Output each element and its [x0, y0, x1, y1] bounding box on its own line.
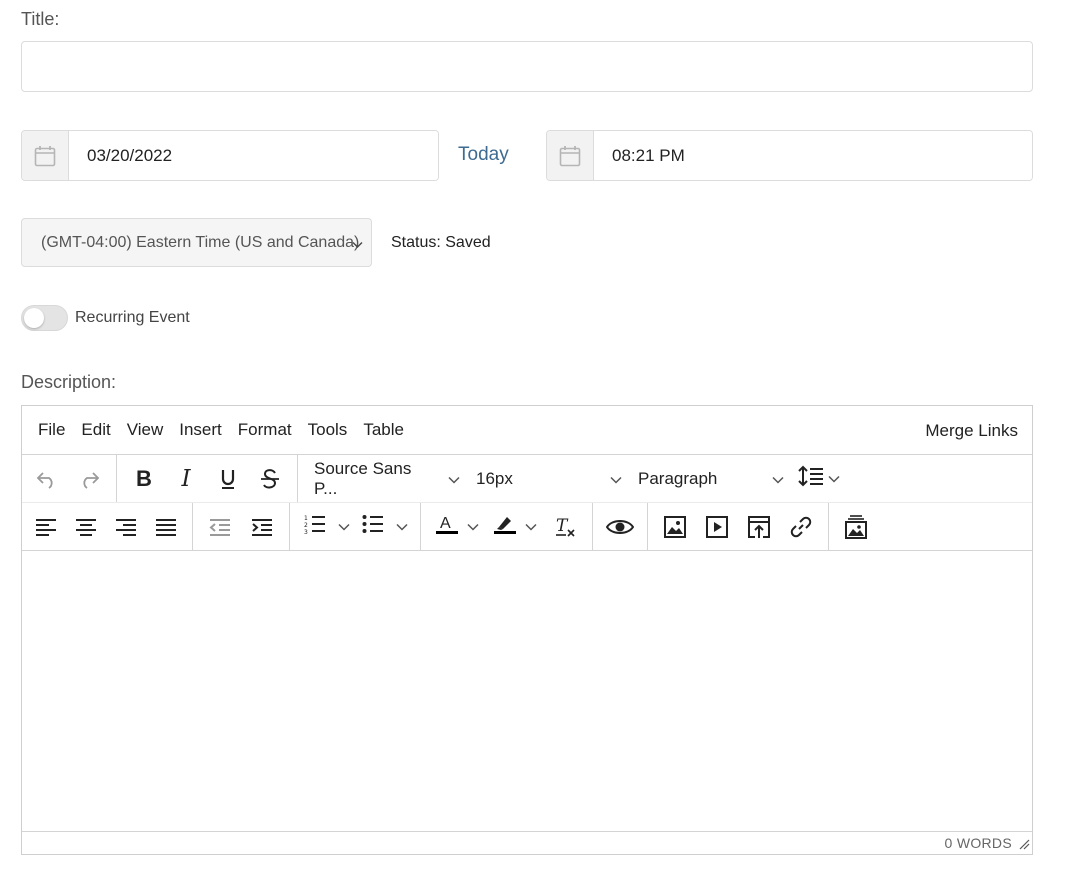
line-height-icon	[798, 465, 824, 492]
menu-table[interactable]: Table	[355, 420, 412, 440]
indent-icon[interactable]	[244, 510, 280, 544]
date-picker	[21, 130, 439, 181]
undo-icon[interactable]	[29, 462, 65, 496]
font-size-value: 16px	[476, 468, 513, 488]
svg-text:2: 2	[304, 522, 308, 529]
menu-tools[interactable]: Tools	[300, 420, 356, 440]
chevron-down-icon	[525, 518, 537, 536]
svg-text:A: A	[440, 515, 451, 532]
gallery-icon[interactable]	[838, 510, 874, 544]
font-family-value: Source Sans P...	[314, 458, 412, 498]
align-center-icon[interactable]	[68, 510, 104, 544]
media-icon[interactable]	[699, 510, 735, 544]
outdent-icon[interactable]	[202, 510, 238, 544]
title-label: Title:	[21, 9, 60, 29]
bullet-list-icon	[362, 514, 384, 539]
align-right-icon[interactable]	[108, 510, 144, 544]
underline-icon[interactable]	[210, 462, 246, 496]
menu-view[interactable]: View	[119, 420, 172, 440]
editor-statusbar: 0 WORDS	[22, 831, 1032, 854]
bold-icon[interactable]: B	[126, 462, 162, 496]
line-height-button[interactable]	[798, 465, 840, 492]
chevron-down-icon	[338, 518, 350, 536]
block-format-value: Paragraph	[638, 468, 718, 488]
menu-file[interactable]: File	[30, 420, 73, 440]
color-group: A T	[421, 503, 593, 550]
toggle-knob	[24, 308, 44, 328]
gallery-group	[829, 503, 883, 550]
numbered-list-button[interactable]: 123	[304, 514, 350, 539]
calendar-icon[interactable]	[22, 131, 69, 180]
upload-icon[interactable]	[741, 510, 777, 544]
insert-group	[648, 503, 829, 550]
preview-group	[593, 503, 648, 550]
status-text: Status: Saved	[391, 234, 491, 251]
timezone-value: (GMT-04:00) Eastern Time (US and Canada)	[41, 233, 360, 251]
font-family-select[interactable]: Source Sans P...	[306, 459, 468, 499]
timezone-select[interactable]: (GMT-04:00) Eastern Time (US and Canada)	[21, 218, 372, 267]
indent-group	[193, 503, 290, 550]
image-icon[interactable]	[657, 510, 693, 544]
date-input[interactable]	[69, 131, 438, 180]
chevron-down-icon	[352, 236, 363, 254]
editor-menubar: File Edit View Insert Format Tools Table…	[22, 406, 1032, 455]
menu-edit[interactable]: Edit	[73, 420, 118, 440]
italic-icon[interactable]: I	[168, 462, 204, 496]
text-color-icon: A	[435, 513, 459, 540]
chevron-down-icon	[448, 469, 460, 489]
merge-links-button[interactable]: Merge Links	[925, 421, 1018, 441]
time-picker	[546, 130, 1033, 181]
link-icon[interactable]	[783, 510, 819, 544]
list-group: 123	[290, 503, 421, 550]
chevron-down-icon	[828, 470, 840, 488]
chevron-down-icon	[396, 518, 408, 536]
chevron-down-icon	[467, 518, 479, 536]
today-link[interactable]: Today	[458, 144, 509, 166]
format-group: B I	[117, 455, 298, 502]
highlight-icon	[493, 513, 517, 540]
svg-text:1: 1	[304, 515, 308, 522]
alignment-group	[22, 503, 193, 550]
title-input[interactable]	[21, 41, 1033, 92]
redo-icon[interactable]	[71, 462, 107, 496]
recurring-toggle[interactable]	[21, 305, 68, 331]
menu-format[interactable]: Format	[230, 420, 300, 440]
clear-formatting-icon[interactable]: T	[547, 510, 583, 544]
resize-handle-icon[interactable]	[1018, 837, 1030, 853]
text-color-button[interactable]: A	[435, 513, 479, 540]
editor-content-area[interactable]	[22, 551, 1032, 831]
calendar-icon[interactable]	[547, 131, 594, 180]
font-group: Source Sans P... 16px Paragraph	[298, 455, 848, 502]
chevron-down-icon	[610, 469, 622, 489]
svg-text:T: T	[556, 516, 569, 536]
word-count: 0 WORDS	[944, 835, 1012, 851]
numbered-list-icon: 123	[304, 514, 326, 539]
recurring-label: Recurring Event	[75, 309, 190, 326]
strikethrough-icon[interactable]	[252, 462, 288, 496]
description-label: Description:	[21, 372, 117, 392]
align-left-icon[interactable]	[28, 510, 64, 544]
menu-insert[interactable]: Insert	[171, 420, 230, 440]
rich-text-editor: File Edit View Insert Format Tools Table…	[21, 405, 1033, 855]
bullet-list-button[interactable]	[362, 514, 408, 539]
highlight-button[interactable]	[493, 513, 537, 540]
font-size-select[interactable]: 16px	[468, 469, 630, 489]
editor-toolbar-row-1: B I Source Sans P... 16px Paragraph	[22, 455, 1032, 503]
block-format-select[interactable]: Paragraph	[630, 469, 792, 489]
svg-text:3: 3	[304, 529, 308, 534]
time-input[interactable]	[594, 131, 1032, 180]
chevron-down-icon	[772, 469, 784, 489]
editor-toolbar-row-2: 123 A T	[22, 503, 1032, 551]
justify-icon[interactable]	[148, 510, 184, 544]
preview-icon[interactable]	[602, 510, 638, 544]
history-group	[22, 455, 117, 502]
